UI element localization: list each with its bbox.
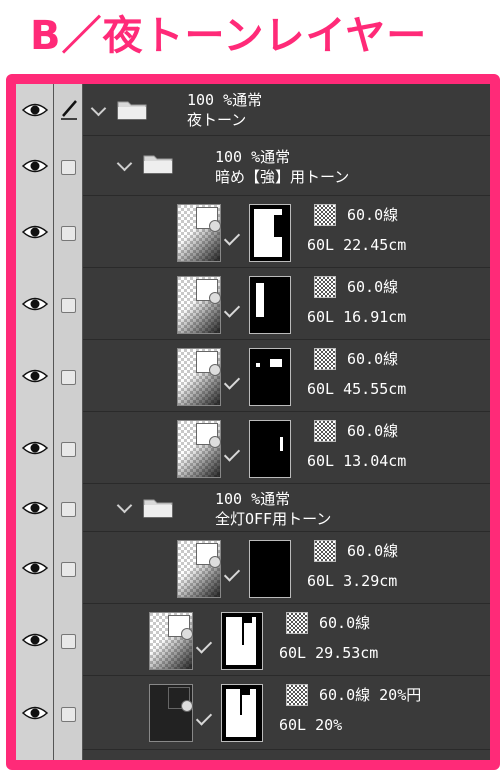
eye-icon[interactable]: [22, 500, 48, 516]
chevron-down-icon[interactable]: [116, 155, 133, 172]
folder-row-root[interactable]: 100 %通常 夜トーン: [16, 84, 490, 136]
eye-icon[interactable]: [22, 224, 48, 240]
layer-row[interactable]: 60.0線 60L 22.45cm: [16, 196, 490, 268]
check-icon: [223, 565, 241, 582]
eye-icon[interactable]: [22, 705, 48, 721]
layer-info: 60L 20%: [279, 716, 343, 734]
layer-mask-thumbnail: [221, 612, 263, 670]
layer-panel: 100 %通常 夜トーン 100 %通常 暗め【強】用トーン 60.0線 60L…: [6, 74, 500, 770]
folder-icon: [117, 101, 147, 120]
folder-row-dark-strong[interactable]: 100 %通常 暗め【強】用トーン: [16, 136, 490, 196]
check-icon: [223, 301, 241, 318]
lock-checkbox[interactable]: [61, 562, 76, 577]
layer-thumbnail: [177, 204, 221, 262]
page-title: B／夜トーンレイヤー: [30, 13, 428, 59]
lock-checkbox[interactable]: [61, 442, 76, 457]
layer-row[interactable]: 60.0線 20%円 60L 20%: [16, 676, 490, 750]
layer-thumbnail: [177, 540, 221, 598]
lock-checkbox[interactable]: [61, 370, 76, 385]
tone-pattern-icon: [314, 204, 336, 226]
layer-mask-thumbnail: [249, 420, 291, 478]
pencil-icon[interactable]: [59, 98, 79, 120]
lock-checkbox[interactable]: [61, 634, 76, 649]
eye-icon[interactable]: [22, 560, 48, 576]
layer-mask-thumbnail: [249, 204, 291, 262]
layer-thumbnail: [149, 684, 193, 742]
tone-pattern-icon: [286, 612, 308, 634]
folder-blend-mode: 100 %通常: [187, 91, 263, 109]
lock-checkbox[interactable]: [61, 226, 76, 241]
tone-pattern-icon: [314, 420, 336, 442]
layer-row[interactable]: 60.0線 60L 45.55cm: [16, 340, 490, 412]
layer-thumbnail: [149, 612, 193, 670]
layer-info: 60L 13.04cm: [307, 452, 407, 470]
tone-lines: 60.0線: [347, 350, 399, 368]
folder-icon: [143, 155, 173, 174]
layer-mask-thumbnail: [249, 276, 291, 334]
layer-info: 60L 3.29cm: [307, 572, 398, 590]
check-icon: [195, 709, 213, 726]
eye-icon[interactable]: [22, 632, 48, 648]
layer-list: 100 %通常 夜トーン 100 %通常 暗め【強】用トーン 60.0線 60L…: [16, 84, 490, 760]
tone-pattern-icon: [286, 684, 308, 706]
eye-icon[interactable]: [22, 368, 48, 384]
tone-lines: 60.0線: [319, 614, 371, 632]
lock-checkbox[interactable]: [61, 160, 76, 175]
eye-icon[interactable]: [22, 440, 48, 456]
tone-lines: 60.0線: [347, 278, 399, 296]
check-icon: [195, 637, 213, 654]
check-icon: [223, 229, 241, 246]
eye-icon[interactable]: [22, 102, 48, 118]
layer-row[interactable]: 60.0線 60L 13.04cm: [16, 412, 490, 484]
layer-row[interactable]: 60.0線 60L 16.91cm: [16, 268, 490, 340]
folder-name: 全灯OFF用トーン: [215, 510, 332, 528]
tone-lines: 60.0線 20%円: [319, 686, 422, 704]
tone-pattern-icon: [314, 348, 336, 370]
layer-mask-thumbnail: [221, 684, 263, 742]
folder-name: 夜トーン: [187, 111, 247, 129]
layer-thumbnail: [177, 348, 221, 406]
layer-thumbnail: [177, 420, 221, 478]
check-icon: [223, 445, 241, 462]
tone-pattern-icon: [314, 540, 336, 562]
layer-info: 60L 45.55cm: [307, 380, 407, 398]
layer-row[interactable]: 60.0線 60L 29.53cm: [16, 604, 490, 676]
folder-name: 暗め【強】用トーン: [215, 168, 350, 186]
eye-icon[interactable]: [22, 296, 48, 312]
chevron-down-icon[interactable]: [116, 497, 133, 514]
eye-icon[interactable]: [22, 158, 48, 174]
lock-checkbox[interactable]: [61, 298, 76, 313]
layer-mask-thumbnail: [249, 348, 291, 406]
folder-icon: [143, 499, 173, 518]
layer-row[interactable]: 60.0線 60L 3.29cm: [16, 532, 490, 604]
lock-checkbox[interactable]: [61, 502, 76, 517]
chevron-down-icon[interactable]: [90, 100, 107, 117]
layer-info: 60L 22.45cm: [307, 236, 407, 254]
tone-pattern-icon: [314, 276, 336, 298]
layer-thumbnail: [177, 276, 221, 334]
folder-row-all-lights-off[interactable]: 100 %通常 全灯OFF用トーン: [16, 484, 490, 532]
layer-info: 60L 29.53cm: [279, 644, 379, 662]
folder-blend-mode: 100 %通常: [215, 490, 291, 508]
tone-lines: 60.0線: [347, 206, 399, 224]
lock-checkbox[interactable]: [61, 707, 76, 722]
layer-info: 60L 16.91cm: [307, 308, 407, 326]
layer-mask-thumbnail: [249, 540, 291, 598]
check-icon: [223, 373, 241, 390]
tone-lines: 60.0線: [347, 542, 399, 560]
tone-lines: 60.0線: [347, 422, 399, 440]
folder-blend-mode: 100 %通常: [215, 148, 291, 166]
